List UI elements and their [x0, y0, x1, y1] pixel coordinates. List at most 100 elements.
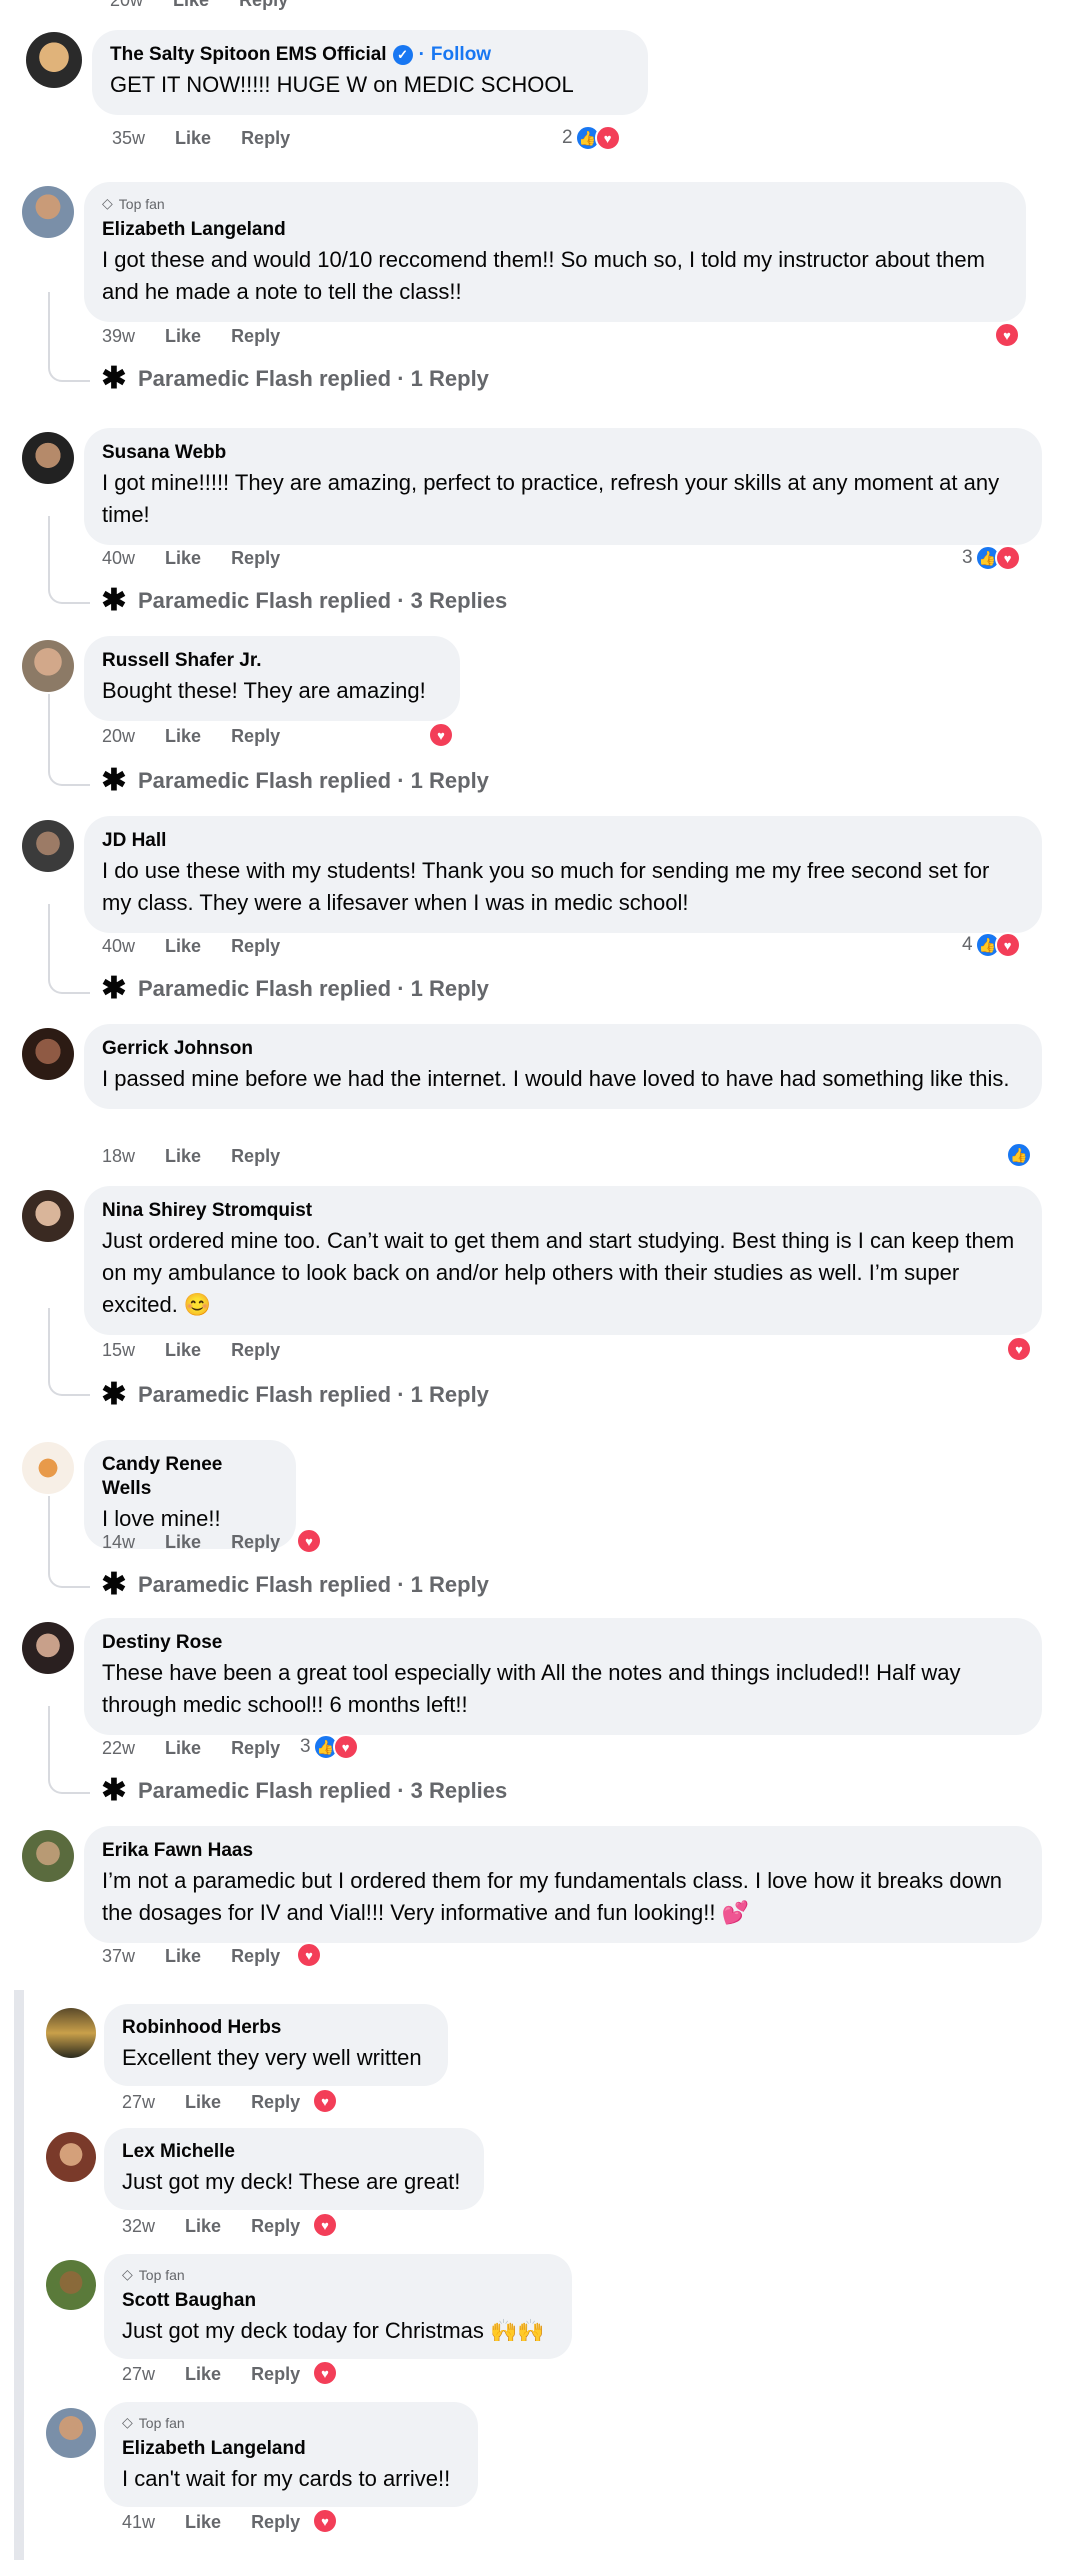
reply-author[interactable]: Scott Baughan [122, 2289, 554, 2313]
view-replies-link[interactable]: ✱ Paramedic Flash replied · 1 Reply [100, 974, 489, 1004]
avatar[interactable] [22, 1028, 74, 1080]
reply-button[interactable]: Reply [231, 326, 280, 347]
reply-button[interactable]: Reply [231, 1340, 280, 1361]
reaction-summary[interactable]: 3 👍 ♥ [300, 1734, 359, 1760]
reply-button[interactable]: Reply [231, 936, 280, 957]
timestamp[interactable]: 18w [102, 1146, 135, 1167]
reply-author[interactable]: Lex Michelle [122, 2140, 466, 2164]
comment-actions: 37w Like Reply [102, 1946, 280, 1967]
like-button[interactable]: Like [173, 0, 209, 11]
view-replies-link[interactable]: ✱ Paramedic Flash replied · 3 Replies [100, 1776, 507, 1806]
reply-button[interactable]: Reply [241, 128, 290, 149]
like-button[interactable]: Like [165, 726, 201, 747]
reply-author[interactable]: Robinhood Herbs [122, 2016, 430, 2040]
avatar[interactable] [46, 2132, 96, 2182]
follow-button[interactable]: Follow [431, 43, 491, 67]
reaction-summary[interactable]: ♥ [312, 2212, 338, 2238]
comment-author[interactable]: Nina Shirey Stromquist [102, 1199, 1022, 1223]
view-replies-link[interactable]: ✱ Paramedic Flash replied · 3 Replies [100, 586, 507, 616]
avatar[interactable] [22, 1622, 74, 1674]
comment-author[interactable]: Candy Renee Wells [102, 1453, 276, 1501]
timestamp[interactable]: 35w [112, 128, 145, 149]
reply-button[interactable]: Reply [231, 1738, 280, 1759]
reply-text: Just got my deck today for Christmas 🙌🙌 [122, 2318, 545, 2343]
comment-author[interactable]: Elizabeth Langeland [102, 218, 1006, 242]
reaction-summary[interactable]: ♥ [994, 322, 1020, 348]
reply-button[interactable]: Reply [239, 0, 288, 11]
like-button[interactable]: Like [165, 1946, 201, 1967]
timestamp[interactable]: 20w [102, 726, 135, 747]
avatar[interactable] [22, 640, 74, 692]
like-button[interactable]: Like [185, 2092, 221, 2113]
reply-button[interactable]: Reply [231, 1946, 280, 1967]
like-button[interactable]: Like [165, 1738, 201, 1759]
comment-author[interactable]: Erika Fawn Haas [102, 1839, 1022, 1863]
avatar[interactable] [22, 186, 74, 238]
reaction-summary[interactable]: ♥ [312, 2508, 338, 2534]
avatar[interactable] [46, 2408, 96, 2458]
reply-author[interactable]: Elizabeth Langeland [122, 2437, 460, 2461]
view-replies-link[interactable]: ✱ Paramedic Flash replied · 1 Reply [100, 766, 489, 796]
reply-button[interactable]: Reply [251, 2092, 300, 2113]
comment-author[interactable]: JD Hall [102, 829, 1022, 853]
timestamp[interactable]: 15w [102, 1340, 135, 1361]
like-button[interactable]: Like [165, 936, 201, 957]
like-button[interactable]: Like [165, 1532, 201, 1553]
reaction-summary[interactable]: ♥ [312, 2360, 338, 2386]
timestamp[interactable]: 40w [102, 548, 135, 569]
avatar[interactable] [22, 1190, 74, 1242]
timestamp[interactable]: 40w [102, 936, 135, 957]
avatar[interactable] [22, 432, 74, 484]
reply-bubble: ◇ Top fan Elizabeth Langeland I can't wai… [104, 2402, 478, 2507]
timestamp[interactable]: 14w [102, 1532, 135, 1553]
avatar[interactable] [22, 1830, 74, 1882]
like-button[interactable]: Like [175, 128, 211, 149]
timestamp[interactable]: 27w [122, 2092, 155, 2113]
timestamp[interactable]: 39w [102, 326, 135, 347]
avatar[interactable] [46, 2008, 96, 2058]
comment-author[interactable]: The Salty Spitoon EMS Official [110, 43, 387, 67]
reply-button[interactable]: Reply [231, 1146, 280, 1167]
heart-icon: ♥ [1006, 1336, 1032, 1362]
reaction-summary[interactable]: ♥ [312, 2088, 338, 2114]
timestamp[interactable]: 37w [102, 1946, 135, 1967]
reaction-summary[interactable]: 4 👍 ♥ [962, 932, 1021, 958]
reply-button[interactable]: Reply [231, 1532, 280, 1553]
like-button[interactable]: Like [165, 326, 201, 347]
reply-button[interactable]: Reply [251, 2512, 300, 2533]
like-button[interactable]: Like [165, 1146, 201, 1167]
reaction-summary[interactable]: ♥ [296, 1942, 322, 1968]
thread-connector [48, 904, 90, 994]
avatar[interactable] [22, 1442, 74, 1494]
comment-actions: 39w Like Reply [102, 326, 280, 347]
avatar[interactable] [46, 2260, 96, 2310]
avatar[interactable] [26, 32, 82, 88]
reaction-summary[interactable]: ♥ [1006, 1336, 1032, 1362]
reply-button[interactable]: Reply [231, 548, 280, 569]
like-button[interactable]: Like [165, 548, 201, 569]
comment-author[interactable]: Gerrick Johnson [102, 1037, 1022, 1061]
timestamp[interactable]: 22w [102, 1738, 135, 1759]
view-replies-link[interactable]: ✱ Paramedic Flash replied · 1 Reply [100, 364, 489, 394]
comment-author[interactable]: Russell Shafer Jr. [102, 649, 440, 673]
reaction-summary[interactable]: ♥ [296, 1528, 322, 1554]
comment-author[interactable]: Susana Webb [102, 441, 1022, 465]
timestamp[interactable]: 41w [122, 2512, 155, 2533]
reply-button[interactable]: Reply [231, 726, 280, 747]
reply-button[interactable]: Reply [251, 2216, 300, 2237]
comment-author[interactable]: Destiny Rose [102, 1631, 1022, 1655]
view-replies-link[interactable]: ✱ Paramedic Flash replied · 1 Reply [100, 1570, 489, 1600]
reaction-summary[interactable]: 👍 [1006, 1142, 1032, 1168]
reaction-summary[interactable]: ♥ [428, 722, 454, 748]
like-button[interactable]: Like [165, 1340, 201, 1361]
reaction-summary[interactable]: 2 👍 ♥ [562, 125, 621, 151]
like-button[interactable]: Like [185, 2216, 221, 2237]
like-button[interactable]: Like [185, 2512, 221, 2533]
reply-button[interactable]: Reply [251, 2364, 300, 2385]
avatar[interactable] [22, 820, 74, 872]
timestamp[interactable]: 32w [122, 2216, 155, 2237]
view-replies-link[interactable]: ✱ Paramedic Flash replied · 1 Reply [100, 1380, 489, 1410]
reaction-summary[interactable]: 3 👍 ♥ [962, 545, 1021, 571]
like-button[interactable]: Like [185, 2364, 221, 2385]
timestamp[interactable]: 27w [122, 2364, 155, 2385]
